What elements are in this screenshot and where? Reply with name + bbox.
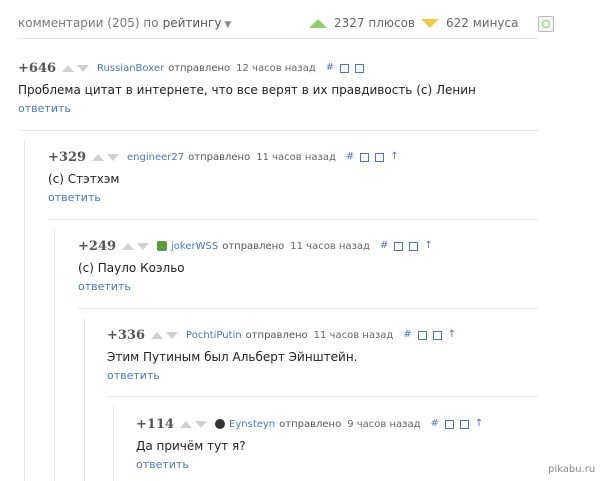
permalink-icon[interactable]: #: [431, 419, 439, 429]
comment: +336 PochtiPutin отправлено 11 часов наз…: [107, 327, 462, 383]
upvote-icon[interactable]: [151, 331, 164, 339]
comment: +329 engineer27 отправлено 11 часов наза…: [48, 149, 405, 205]
comment-text: (с) Пауло Коэльо: [78, 261, 185, 275]
downvote-icon[interactable]: [137, 242, 150, 250]
upvote-icon[interactable]: [62, 64, 75, 72]
comment-meta: +329 engineer27 отправлено 11 часов наза…: [48, 149, 405, 165]
reply-link[interactable]: ответить: [48, 191, 405, 204]
sent-label: отправлено: [279, 418, 342, 430]
sent-label: отправлено: [222, 240, 285, 252]
comment-meta: +249 jokerWSS отправлено 11 часов назад …: [78, 238, 439, 254]
comment-text: Проблема цитат в интернете, что все веря…: [18, 83, 476, 97]
divider: [48, 219, 538, 220]
divider: [107, 396, 538, 397]
minus-total: 622 минуса: [421, 16, 518, 30]
divider: [78, 308, 538, 309]
upvote-icon[interactable]: [122, 242, 135, 250]
comment-meta: +336 PochtiPutin отправлено 11 часов наз…: [107, 327, 462, 343]
reply-link[interactable]: ответить: [78, 280, 439, 293]
comment-text: Этим Путиным был Альберт Эйнштейн.: [107, 350, 358, 364]
sent-label: отправлено: [168, 62, 231, 74]
save-icon[interactable]: [409, 241, 419, 251]
save-icon[interactable]: [432, 330, 442, 340]
downvote-icon[interactable]: [166, 331, 179, 339]
save-icon[interactable]: [375, 152, 385, 162]
reply-link[interactable]: ответить: [107, 369, 462, 382]
downvote-icon[interactable]: [107, 153, 120, 161]
downvote-icon[interactable]: [77, 64, 90, 72]
downvote-icon[interactable]: [195, 420, 208, 428]
arrow-up-icon[interactable]: ↑: [475, 419, 483, 429]
permalink-icon[interactable]: #: [380, 241, 388, 251]
comment: +646 RussianBoxer отправлено 12 часов на…: [18, 60, 476, 116]
reply-link[interactable]: ответить: [136, 458, 489, 471]
save-icon[interactable]: [355, 63, 365, 73]
reply-link[interactable]: ответить: [18, 102, 476, 115]
plus-count: 2327 плюсов: [334, 16, 415, 30]
comment-time: 11 часов назад: [256, 151, 336, 163]
thread-line: [24, 140, 25, 481]
comment-score: +646: [18, 60, 57, 76]
comment-text: Да причём тут я?: [136, 439, 246, 453]
collapse-icon[interactable]: [444, 419, 454, 429]
plus-total: 2327 плюсов: [309, 16, 415, 30]
comment-author[interactable]: RussianBoxer: [97, 63, 164, 74]
watermark: pikabu.ru: [548, 464, 596, 475]
comment-author[interactable]: engineer27: [127, 152, 184, 163]
sent-label: отправлено: [245, 329, 308, 341]
chevron-down-icon[interactable]: ▼: [224, 20, 231, 30]
collapse-icon[interactable]: [340, 63, 350, 73]
user-badge-icon: [157, 241, 168, 251]
comment-score: +336: [107, 327, 146, 343]
sort-dropdown[interactable]: рейтингу: [163, 16, 222, 30]
upvote-icon[interactable]: [180, 420, 193, 428]
sent-label: отправлено: [188, 151, 251, 163]
comment: +114 Eynsteyn отправлено 9 часов назад #…: [136, 416, 489, 472]
plus-icon: [309, 18, 327, 28]
collapse-icon[interactable]: [417, 330, 427, 340]
thread-line: [54, 229, 55, 481]
arrow-up-icon[interactable]: ↑: [448, 330, 456, 340]
permalink-icon[interactable]: #: [403, 330, 411, 340]
comment-time: 9 часов назад: [347, 418, 421, 430]
permalink-icon[interactable]: #: [346, 152, 354, 162]
save-icon[interactable]: [459, 419, 469, 429]
comment-meta: +114 Eynsteyn отправлено 9 часов назад #…: [136, 416, 489, 432]
comment-author[interactable]: jokerWSS: [171, 241, 218, 252]
collapse-icon[interactable]: [394, 241, 404, 251]
comment-time: 12 часов назад: [236, 62, 316, 74]
minus-icon: [421, 18, 439, 28]
comment-score: +114: [136, 416, 175, 432]
comment-score: +329: [48, 149, 87, 165]
comment-author[interactable]: Eynsteyn: [229, 419, 275, 430]
comments-header: комментарии (205) по рейтингу ▼ 2327 плюсо…: [18, 10, 554, 39]
arrow-up-icon[interactable]: ↑: [424, 241, 432, 251]
upvote-icon[interactable]: [92, 153, 105, 161]
thread-line: [113, 406, 114, 481]
comment-score: +249: [78, 238, 117, 254]
comment-text: (с) Стэтхэм: [48, 172, 120, 186]
comment-time: 11 часов назад: [313, 329, 394, 341]
permalink-icon[interactable]: #: [326, 63, 334, 73]
thread-line: [84, 318, 85, 481]
collapse-icon[interactable]: [360, 152, 370, 162]
comments-sort: комментарии (205) по рейтингу ▼: [18, 16, 231, 30]
comment-meta: +646 RussianBoxer отправлено 12 часов на…: [18, 60, 476, 76]
user-badge-icon: [215, 419, 226, 429]
arrow-up-icon[interactable]: ↑: [390, 152, 398, 162]
settings-icon[interactable]: [538, 16, 554, 32]
divider: [18, 130, 538, 131]
comments-count-label: комментарии (205) по: [18, 16, 159, 30]
comment-author[interactable]: PochtiPutin: [186, 330, 242, 341]
comment-time: 11 часов назад: [290, 240, 370, 252]
minus-count: 622 минуса: [446, 16, 519, 30]
comment: +249 jokerWSS отправлено 11 часов назад …: [78, 238, 439, 294]
